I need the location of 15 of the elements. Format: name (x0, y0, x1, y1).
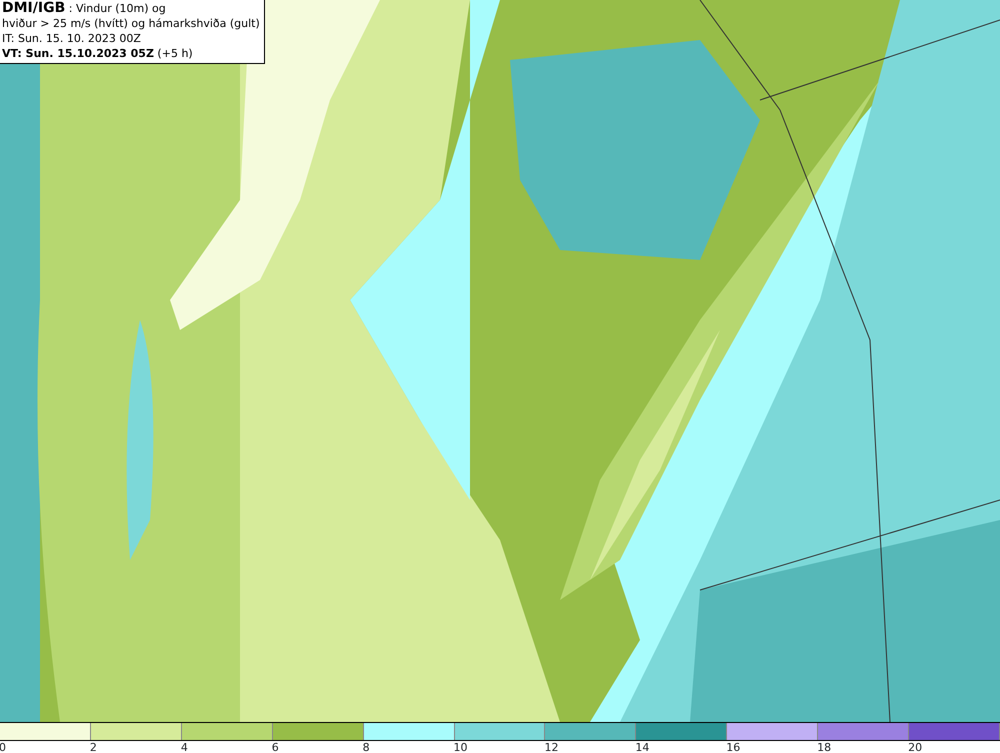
title-line: VT: Sun. 15.10.2023 05Z (+5 h) (2, 46, 194, 61)
legend-label: 2 (90, 741, 97, 753)
legend-label: 4 (180, 741, 188, 753)
title-line: IT: Sun. 15. 10. 2023 00Z (2, 31, 142, 46)
legend-label: 6 (272, 741, 279, 753)
legend-label: 20 (908, 741, 922, 753)
title-line: DMI/IGB : Vindur (10m) og (2, 1, 167, 16)
legend-label: 8 (362, 741, 370, 753)
legend-label: 16 (726, 741, 740, 753)
legend-label: 10 (454, 741, 468, 753)
legend-label: 0 (0, 741, 6, 753)
title-line: hviður > 25 m/s (hvítt) og hámarkshviða (gult) (2, 16, 260, 31)
legend-label: 14 (635, 741, 650, 753)
legend-label: 18 (817, 741, 832, 753)
legend-label: 12 (544, 741, 558, 753)
